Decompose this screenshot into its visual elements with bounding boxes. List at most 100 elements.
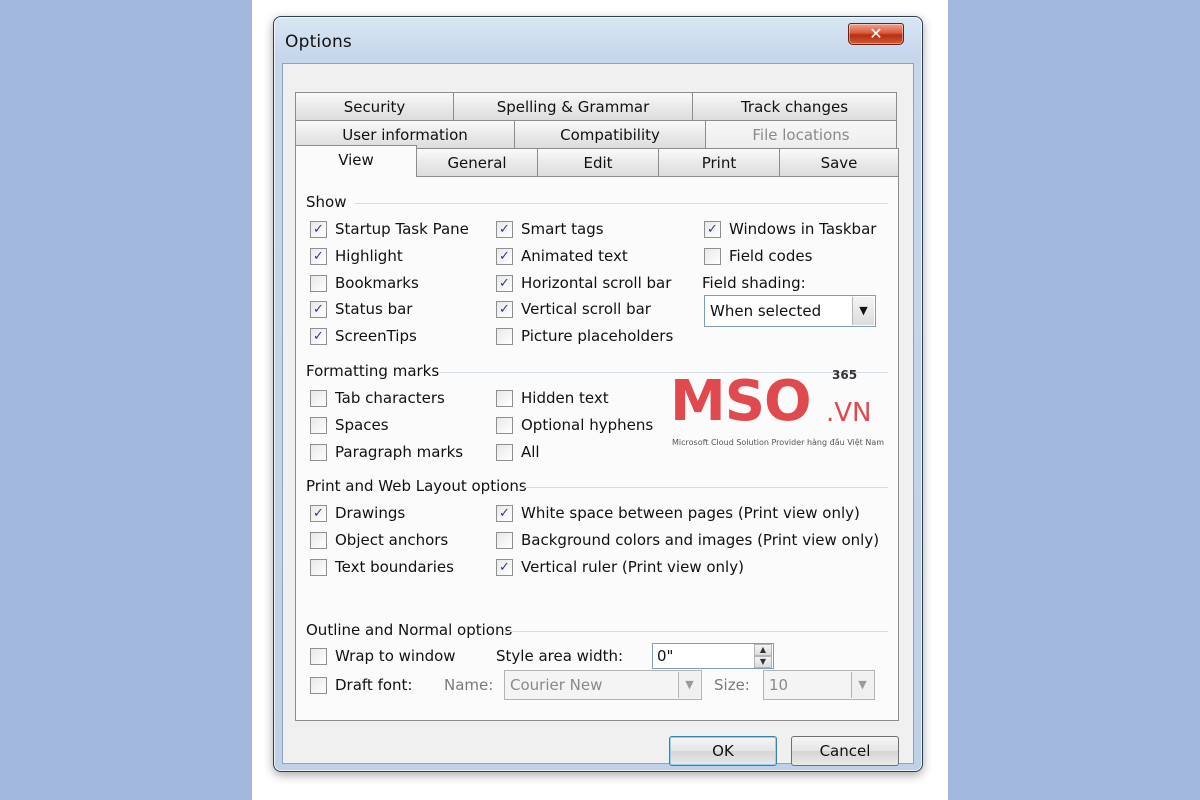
field-shading-value: When selected bbox=[710, 302, 822, 320]
spin-down-icon[interactable]: ▼ bbox=[754, 656, 772, 668]
checkbox-label: Object anchors bbox=[335, 531, 449, 549]
checkbox-box[interactable] bbox=[704, 247, 721, 265]
checkbox-object-anchors[interactable]: Object anchors bbox=[310, 531, 448, 549]
checkbox-spaces[interactable]: Spaces bbox=[310, 416, 389, 434]
checkbox-box[interactable] bbox=[496, 389, 513, 407]
tab-save[interactable]: Save bbox=[779, 148, 899, 177]
checkbox-box[interactable] bbox=[496, 274, 513, 292]
checkbox-paragraph-marks[interactable]: Paragraph marks bbox=[310, 443, 463, 461]
checkbox-label: Paragraph marks bbox=[335, 443, 464, 461]
checkbox-windows-in-taskbar[interactable]: Windows in Taskbar bbox=[704, 220, 876, 238]
checkbox-box[interactable] bbox=[310, 504, 327, 522]
checkbox-field-codes[interactable]: Field codes bbox=[704, 247, 812, 265]
checkbox-box[interactable] bbox=[310, 247, 327, 265]
checkbox-bookmarks[interactable]: Bookmarks bbox=[310, 274, 419, 292]
section-outline-divider bbox=[504, 631, 888, 632]
chevron-down-icon[interactable]: ▼ bbox=[678, 672, 700, 698]
checkbox-label: Draft font: bbox=[335, 676, 413, 694]
title-bar[interactable]: Options ✕ bbox=[274, 17, 922, 67]
tab-track-changes[interactable]: Track changes bbox=[692, 92, 897, 121]
checkbox-box[interactable] bbox=[310, 327, 327, 345]
checkbox-wrap-to-window[interactable]: Wrap to window bbox=[310, 647, 456, 665]
checkbox-box[interactable] bbox=[496, 300, 513, 318]
checkbox-label: Hidden text bbox=[521, 389, 609, 407]
checkbox-tab-characters[interactable]: Tab characters bbox=[310, 389, 445, 407]
checkbox-smart-tags[interactable]: Smart tags bbox=[496, 220, 604, 238]
tab-security[interactable]: Security bbox=[295, 92, 454, 121]
spin-up-icon[interactable]: ▲ bbox=[754, 644, 772, 656]
tab-spelling-grammar[interactable]: Spelling & Grammar bbox=[453, 92, 693, 121]
tab-row-3: View General Edit Print Save bbox=[295, 145, 899, 177]
checkbox-screentips[interactable]: ScreenTips bbox=[310, 327, 417, 345]
checkbox-box[interactable] bbox=[496, 504, 513, 522]
checkbox-background-colors[interactable]: Background colors and images (Print view… bbox=[496, 531, 879, 549]
checkbox-label: Smart tags bbox=[521, 220, 604, 238]
checkbox-label: Startup Task Pane bbox=[335, 220, 469, 238]
checkbox-label: Vertical scroll bar bbox=[521, 300, 651, 318]
cancel-button[interactable]: Cancel bbox=[791, 736, 899, 766]
draft-font-name-select[interactable]: Courier New ▼ bbox=[504, 670, 702, 700]
field-shading-select[interactable]: When selected ▼ bbox=[704, 295, 876, 327]
checkbox-box[interactable] bbox=[310, 558, 327, 576]
checkbox-animated-text[interactable]: Animated text bbox=[496, 247, 628, 265]
ok-button[interactable]: OK bbox=[669, 736, 777, 766]
checkbox-label: Windows in Taskbar bbox=[729, 220, 877, 238]
close-button[interactable]: ✕ bbox=[848, 23, 904, 45]
checkbox-box[interactable] bbox=[310, 647, 327, 665]
checkbox-box[interactable] bbox=[310, 300, 327, 318]
checkbox-box[interactable] bbox=[310, 676, 327, 694]
checkbox-box[interactable] bbox=[496, 327, 513, 345]
checkbox-box[interactable] bbox=[310, 443, 327, 461]
checkbox-box[interactable] bbox=[496, 247, 513, 265]
checkbox-box[interactable] bbox=[310, 274, 327, 292]
field-shading-label: Field shading: bbox=[702, 274, 806, 292]
draft-font-size-label: Size: bbox=[714, 676, 750, 694]
style-area-width-spinner[interactable]: 0" ▲ ▼ bbox=[652, 643, 774, 669]
section-print-web-divider bbox=[524, 487, 888, 488]
checkbox-status-bar[interactable]: Status bar bbox=[310, 300, 412, 318]
checkbox-label: Background colors and images (Print view… bbox=[521, 531, 880, 549]
style-area-value: 0" bbox=[657, 647, 674, 665]
tab-file-locations[interactable]: File locations bbox=[705, 120, 897, 149]
checkbox-box[interactable] bbox=[496, 220, 513, 238]
checkbox-horizontal-scroll-bar[interactable]: Horizontal scroll bar bbox=[496, 274, 671, 292]
draft-font-size-select[interactable]: 10 ▼ bbox=[763, 670, 875, 700]
checkbox-label: ScreenTips bbox=[335, 327, 417, 345]
checkbox-startup-task-pane[interactable]: Startup Task Pane bbox=[310, 220, 469, 238]
checkbox-hidden-text[interactable]: Hidden text bbox=[496, 389, 609, 407]
checkbox-optional-hyphens[interactable]: Optional hyphens bbox=[496, 416, 653, 434]
tab-row-1: Security Spelling & Grammar Track change… bbox=[295, 92, 897, 121]
tab-view[interactable]: View bbox=[295, 145, 417, 177]
tab-edit[interactable]: Edit bbox=[537, 148, 659, 177]
checkbox-vertical-scroll-bar[interactable]: Vertical scroll bar bbox=[496, 300, 651, 318]
checkbox-highlight[interactable]: Highlight bbox=[310, 247, 403, 265]
checkbox-box[interactable] bbox=[310, 416, 327, 434]
checkbox-label: Status bar bbox=[335, 300, 413, 318]
tab-general[interactable]: General bbox=[416, 148, 538, 177]
tab-print[interactable]: Print bbox=[658, 148, 780, 177]
checkbox-box[interactable] bbox=[310, 389, 327, 407]
checkbox-text-boundaries[interactable]: Text boundaries bbox=[310, 558, 454, 576]
checkbox-box[interactable] bbox=[310, 220, 327, 238]
checkbox-label: Highlight bbox=[335, 247, 403, 265]
checkbox-vertical-ruler[interactable]: Vertical ruler (Print view only) bbox=[496, 558, 744, 576]
close-icon: ✕ bbox=[869, 24, 883, 43]
chevron-down-icon[interactable]: ▼ bbox=[851, 672, 873, 698]
logo-suffix: .VN bbox=[826, 398, 872, 428]
mso-watermark-logo: MSO .VN 365 Microsoft Cloud Solution Pro… bbox=[670, 368, 884, 458]
checkbox-picture-placeholders[interactable]: Picture placeholders bbox=[496, 327, 673, 345]
checkbox-box[interactable] bbox=[704, 220, 721, 238]
chevron-down-icon[interactable]: ▼ bbox=[852, 297, 874, 325]
checkbox-draft-font[interactable]: Draft font: bbox=[310, 676, 412, 694]
tab-compatibility[interactable]: Compatibility bbox=[514, 120, 706, 149]
checkbox-box[interactable] bbox=[496, 416, 513, 434]
checkbox-white-space[interactable]: White space between pages (Print view on… bbox=[496, 504, 860, 522]
checkbox-box[interactable] bbox=[496, 531, 513, 549]
checkbox-box[interactable] bbox=[310, 531, 327, 549]
checkbox-box[interactable] bbox=[496, 558, 513, 576]
checkbox-box[interactable] bbox=[496, 443, 513, 461]
checkbox-label: Tab characters bbox=[335, 389, 445, 407]
checkbox-drawings[interactable]: Drawings bbox=[310, 504, 405, 522]
checkbox-all[interactable]: All bbox=[496, 443, 540, 461]
section-show-divider bbox=[354, 203, 888, 204]
